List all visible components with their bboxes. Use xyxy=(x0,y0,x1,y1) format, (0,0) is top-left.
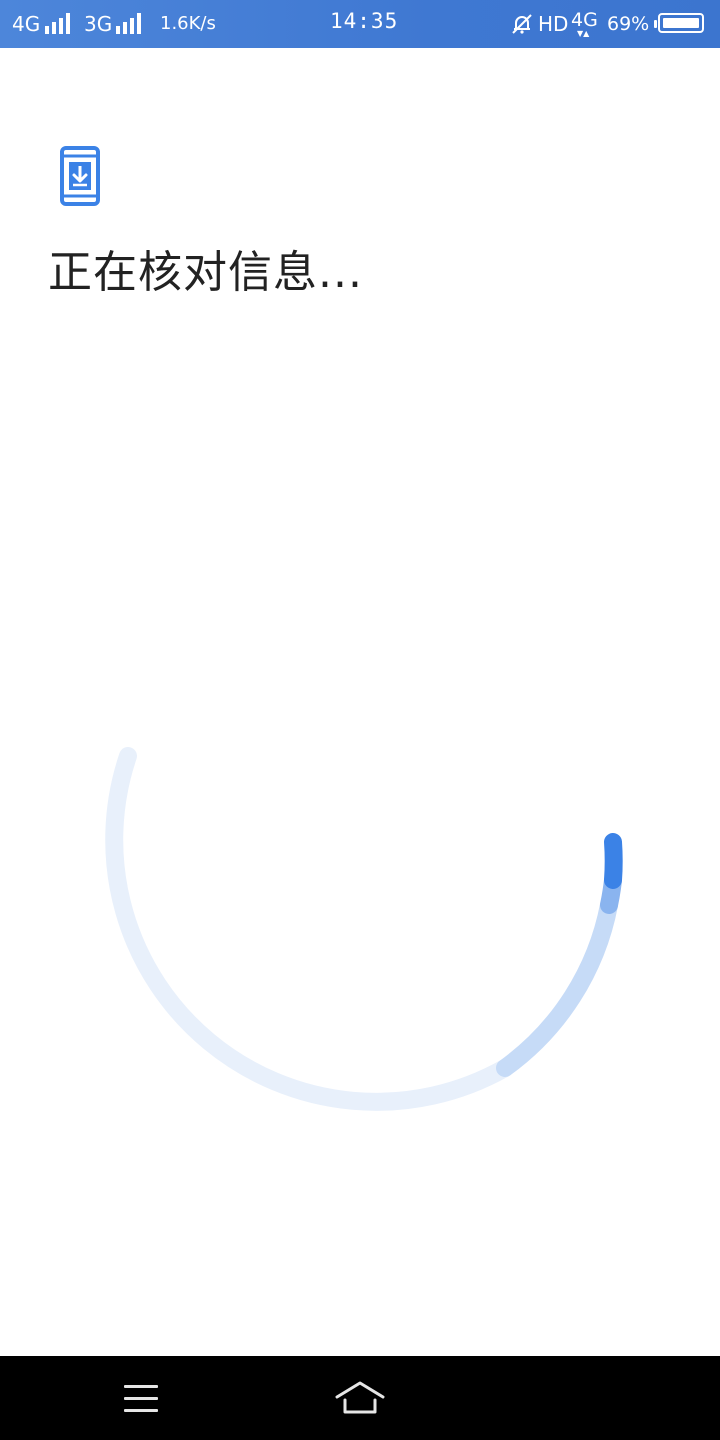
signal-strength-icon-2 xyxy=(116,12,146,34)
network-speed: 1.6K/s xyxy=(160,13,216,34)
network-type-2: 3G xyxy=(84,12,113,36)
page-title: 正在核对信息... xyxy=(48,247,363,298)
phone-download-icon xyxy=(60,146,100,206)
clock: 14:35 xyxy=(330,9,399,33)
alarm-off-icon xyxy=(512,14,532,34)
home-icon[interactable] xyxy=(334,1378,386,1418)
status-bar: 4G 3G 1.6K/s 14:35 HD 4G ▼▲ 69% xyxy=(0,0,720,48)
battery-percent: 69% xyxy=(607,13,650,35)
loading-spinner xyxy=(105,747,623,1111)
battery-icon xyxy=(654,13,704,33)
hd-indicator: HD xyxy=(538,12,569,36)
network-type-1: 4G xyxy=(12,12,41,36)
data-activity-icon: ▼▲ xyxy=(577,29,590,38)
hamburger-icon[interactable] xyxy=(124,1385,158,1413)
signal-strength-icon-1 xyxy=(45,12,75,34)
